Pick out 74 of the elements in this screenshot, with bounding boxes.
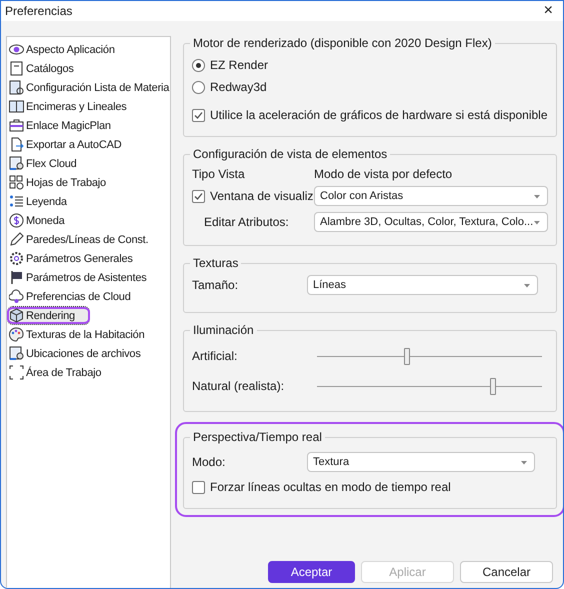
sidebar-item[interactable]: Flex Cloud	[7, 154, 170, 173]
checkbox[interactable]	[192, 190, 205, 202]
sidebar-item[interactable]: Paredes/Líneas de Const.	[7, 230, 170, 249]
sidebar-item[interactable]: Texturas de la Habitación	[7, 325, 170, 344]
group-title: Configuración de vista de elementos	[192, 147, 388, 161]
sidebar-item[interactable]: Parámetros de Asistentes	[7, 268, 170, 287]
radio-button[interactable]	[192, 80, 205, 94]
list-icon	[9, 80, 24, 95]
checkbox-label: Forzar líneas ocultas en modo de tiempo real	[210, 480, 451, 494]
export-icon	[9, 137, 24, 152]
sidebar-item[interactable]: Enlace MagicPlan	[7, 116, 170, 135]
panel-icon	[9, 99, 24, 114]
cloudwin-icon	[9, 346, 24, 361]
sidebar-item[interactable]: Encimeras y Lineales	[7, 97, 170, 116]
radio-button[interactable]	[192, 58, 205, 72]
sidebar-item[interactable]: Preferencias de Cloud	[7, 287, 170, 306]
group-title: Texturas	[192, 256, 240, 270]
caret-icon	[523, 282, 531, 288]
sidebar-item[interactable]: Configuración Lista de Materia	[7, 78, 170, 97]
mode-dropdown[interactable]: Textura	[307, 452, 535, 472]
sidebar-item[interactable]: Ubicaciones de archivos	[7, 344, 170, 363]
sidebar-item[interactable]: Parámetros Generales	[7, 249, 170, 268]
slider-label: Artificial:	[192, 349, 238, 363]
cloud-icon	[9, 289, 24, 304]
view-mode-dropdown[interactable]: Alambre 3D, Ocultas, Color, Textura, Colo...	[314, 212, 548, 232]
group-title: Iluminación	[192, 323, 255, 337]
sidebar-item[interactable]: Exportar a AutoCAD	[7, 135, 170, 154]
dialog-button[interactable]: Cancelar	[460, 561, 553, 583]
pencil-icon	[9, 232, 24, 247]
slider-thumb[interactable]	[404, 348, 410, 364]
slider-label: Natural (realista):	[192, 379, 284, 393]
field-label: Tamaño:	[192, 278, 240, 292]
dialog-button[interactable]: Aceptar	[268, 561, 355, 583]
checkmark-icon	[194, 110, 203, 120]
checkbox[interactable]	[192, 480, 205, 494]
sidebar-item[interactable]: Catálogos	[7, 59, 170, 78]
checkmark-icon	[194, 192, 203, 200]
legend-icon	[9, 194, 24, 209]
palette-icon	[9, 327, 24, 342]
radio-label: EZ Render	[210, 58, 268, 72]
book-icon	[9, 61, 24, 76]
checkbox[interactable]	[192, 108, 205, 122]
briefcase-icon	[9, 118, 24, 133]
sidebar-item[interactable]: Moneda	[7, 211, 170, 230]
frame-icon	[9, 365, 24, 380]
checkbox-label: Utilice la aceleración de gráficos de hardware si está disponible	[210, 108, 548, 122]
field-label: Ventana de visualiz	[210, 189, 314, 203]
cube-icon	[9, 308, 24, 323]
column-header: Tipo Vista	[192, 167, 246, 181]
field-label: Editar Atributos:	[204, 215, 289, 229]
sidebar-item[interactable]: Aspecto Aplicación	[7, 40, 170, 59]
caret-icon	[533, 220, 541, 224]
caret-icon	[520, 460, 528, 464]
sidebar-item[interactable]: Rendering	[7, 306, 90, 325]
radio-label: Redway3d	[210, 80, 267, 94]
size-dropdown[interactable]: Líneas	[307, 275, 538, 295]
sidebar-item[interactable]: Leyenda	[7, 192, 170, 211]
flag-icon	[9, 270, 24, 285]
sidebar-item[interactable]: Hojas de Trabajo	[7, 173, 170, 192]
window-title: Preferencias	[5, 4, 72, 18]
view-mode-dropdown[interactable]: Color con Aristas	[314, 186, 548, 206]
sidebar-item[interactable]: Área de Trabajo	[7, 363, 170, 382]
dollar-icon	[9, 213, 24, 228]
group-title: Motor de renderizado (disponible con 2020 Design Flex)	[192, 36, 493, 50]
slider-thumb[interactable]	[490, 378, 496, 394]
caret-icon	[533, 194, 541, 198]
field-label: Modo:	[192, 455, 226, 469]
gear-icon	[9, 251, 24, 266]
eye-icon	[9, 42, 24, 57]
cloudwin-icon	[9, 156, 24, 171]
column-header: Modo de vista por defecto	[314, 167, 452, 181]
grid-icon	[9, 175, 24, 190]
close-button[interactable]: ×	[540, 3, 557, 19]
group-title: Perspectiva/Tiempo real	[192, 430, 323, 444]
